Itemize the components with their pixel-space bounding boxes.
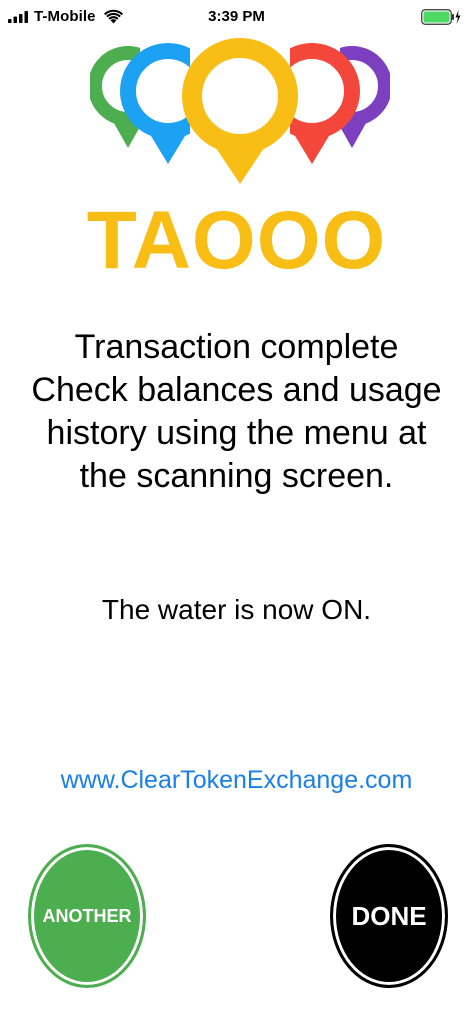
brand-name: TAOOO <box>86 195 387 286</box>
water-status-text: The water is now ON. <box>101 594 372 625</box>
done-button[interactable]: DONE <box>330 844 448 988</box>
battery-charging-icon <box>421 9 461 25</box>
message-line: history using the menu at <box>46 414 427 452</box>
status-time: 3:39 PM <box>208 8 265 25</box>
message-line: Check balances and usage <box>31 371 442 409</box>
done-button-label: DONE <box>351 900 427 931</box>
website-link[interactable]: www.ClearTokenExchange.com <box>0 766 473 795</box>
message-line: Transaction complete <box>74 328 399 366</box>
logo-pins-icon <box>90 36 390 186</box>
status-bar: T-Mobile 3:39 PM <box>0 0 473 34</box>
another-button-label: ANOTHER <box>42 905 132 926</box>
another-button[interactable]: ANOTHER <box>28 844 146 988</box>
transaction-message: Transaction complete Check balances and … <box>10 326 463 498</box>
message-line: the scanning screen. <box>79 457 394 495</box>
